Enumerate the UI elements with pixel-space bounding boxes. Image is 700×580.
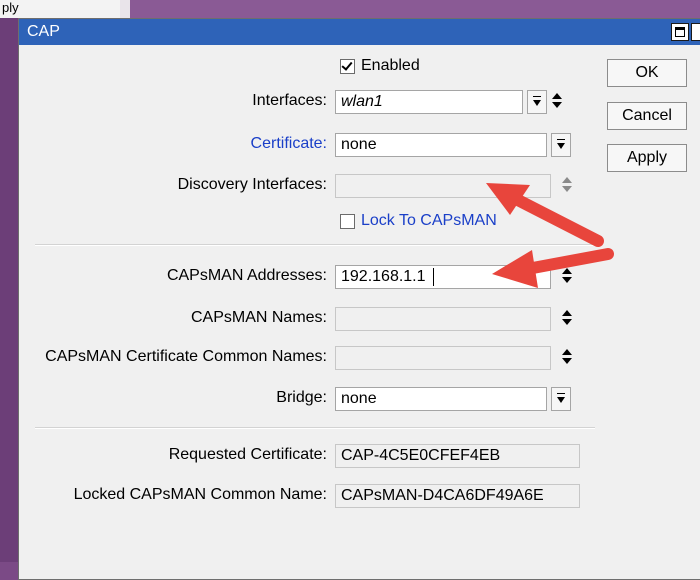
ok-button[interactable]: OK [607, 59, 687, 87]
background-left-edge [0, 18, 20, 562]
discovery-interfaces-label: Discovery Interfaces: [177, 176, 327, 193]
bridge-label: Bridge: [276, 389, 327, 406]
background-desktop [130, 0, 700, 20]
annotation-arrow-icon [492, 248, 614, 288]
certificate-input[interactable]: none [335, 133, 547, 157]
window-titlebar[interactable]: CAP ✕ [19, 19, 700, 45]
background-button-label[interactable]: ply [2, 0, 42, 16]
certificate-label[interactable]: Certificate: [251, 135, 327, 153]
close-icon[interactable]: ✕ [691, 23, 700, 41]
requested-certificate-value: CAP-4C5E0CFEF4EB [335, 444, 580, 468]
requested-certificate-label: Requested Certificate: [168, 446, 327, 463]
locked-capsman-common-name-value: CAPsMAN-D4CA6DF49A6E [335, 484, 580, 508]
capsman-names-input[interactable] [335, 307, 551, 331]
cancel-button[interactable]: Cancel [607, 102, 687, 130]
certificate-dropdown-icon[interactable] [551, 133, 571, 157]
enabled-checkbox[interactable] [340, 59, 355, 74]
locked-capsman-common-name-label: Locked CAPsMAN Common Name: [73, 486, 327, 503]
interfaces-input[interactable]: wlan1 [335, 90, 523, 114]
lock-to-capsman-label: Lock To CAPsMAN [361, 212, 497, 229]
interfaces-dropdown-icon[interactable] [527, 90, 547, 114]
enabled-label: Enabled [361, 57, 420, 74]
bridge-input[interactable]: none [335, 387, 547, 411]
apply-button[interactable]: Apply [607, 144, 687, 172]
capsman-names-updown-icon[interactable] [561, 307, 573, 331]
bridge-dropdown-icon[interactable] [551, 387, 571, 411]
capsman-cert-common-names-input[interactable] [335, 346, 551, 370]
cap-window: CAP ✕ Enabled Interfaces: wlan1 Certific… [18, 18, 700, 580]
maximize-icon[interactable] [671, 23, 689, 41]
text-cursor [433, 268, 434, 286]
capsman-names-label: CAPsMAN Names: [190, 309, 327, 326]
capsman-cert-common-names-label: CAPsMAN Certificate Common Names: [45, 348, 327, 365]
capsman-cert-common-names-updown-icon[interactable] [561, 346, 573, 370]
window-title: CAP [27, 23, 60, 40]
capsman-addresses-label: CAPsMAN Addresses: [166, 267, 327, 284]
interfaces-label: Interfaces: [252, 92, 327, 109]
lock-to-capsman-checkbox[interactable] [340, 214, 355, 229]
interfaces-updown-icon[interactable] [551, 90, 563, 114]
separator [35, 427, 595, 429]
